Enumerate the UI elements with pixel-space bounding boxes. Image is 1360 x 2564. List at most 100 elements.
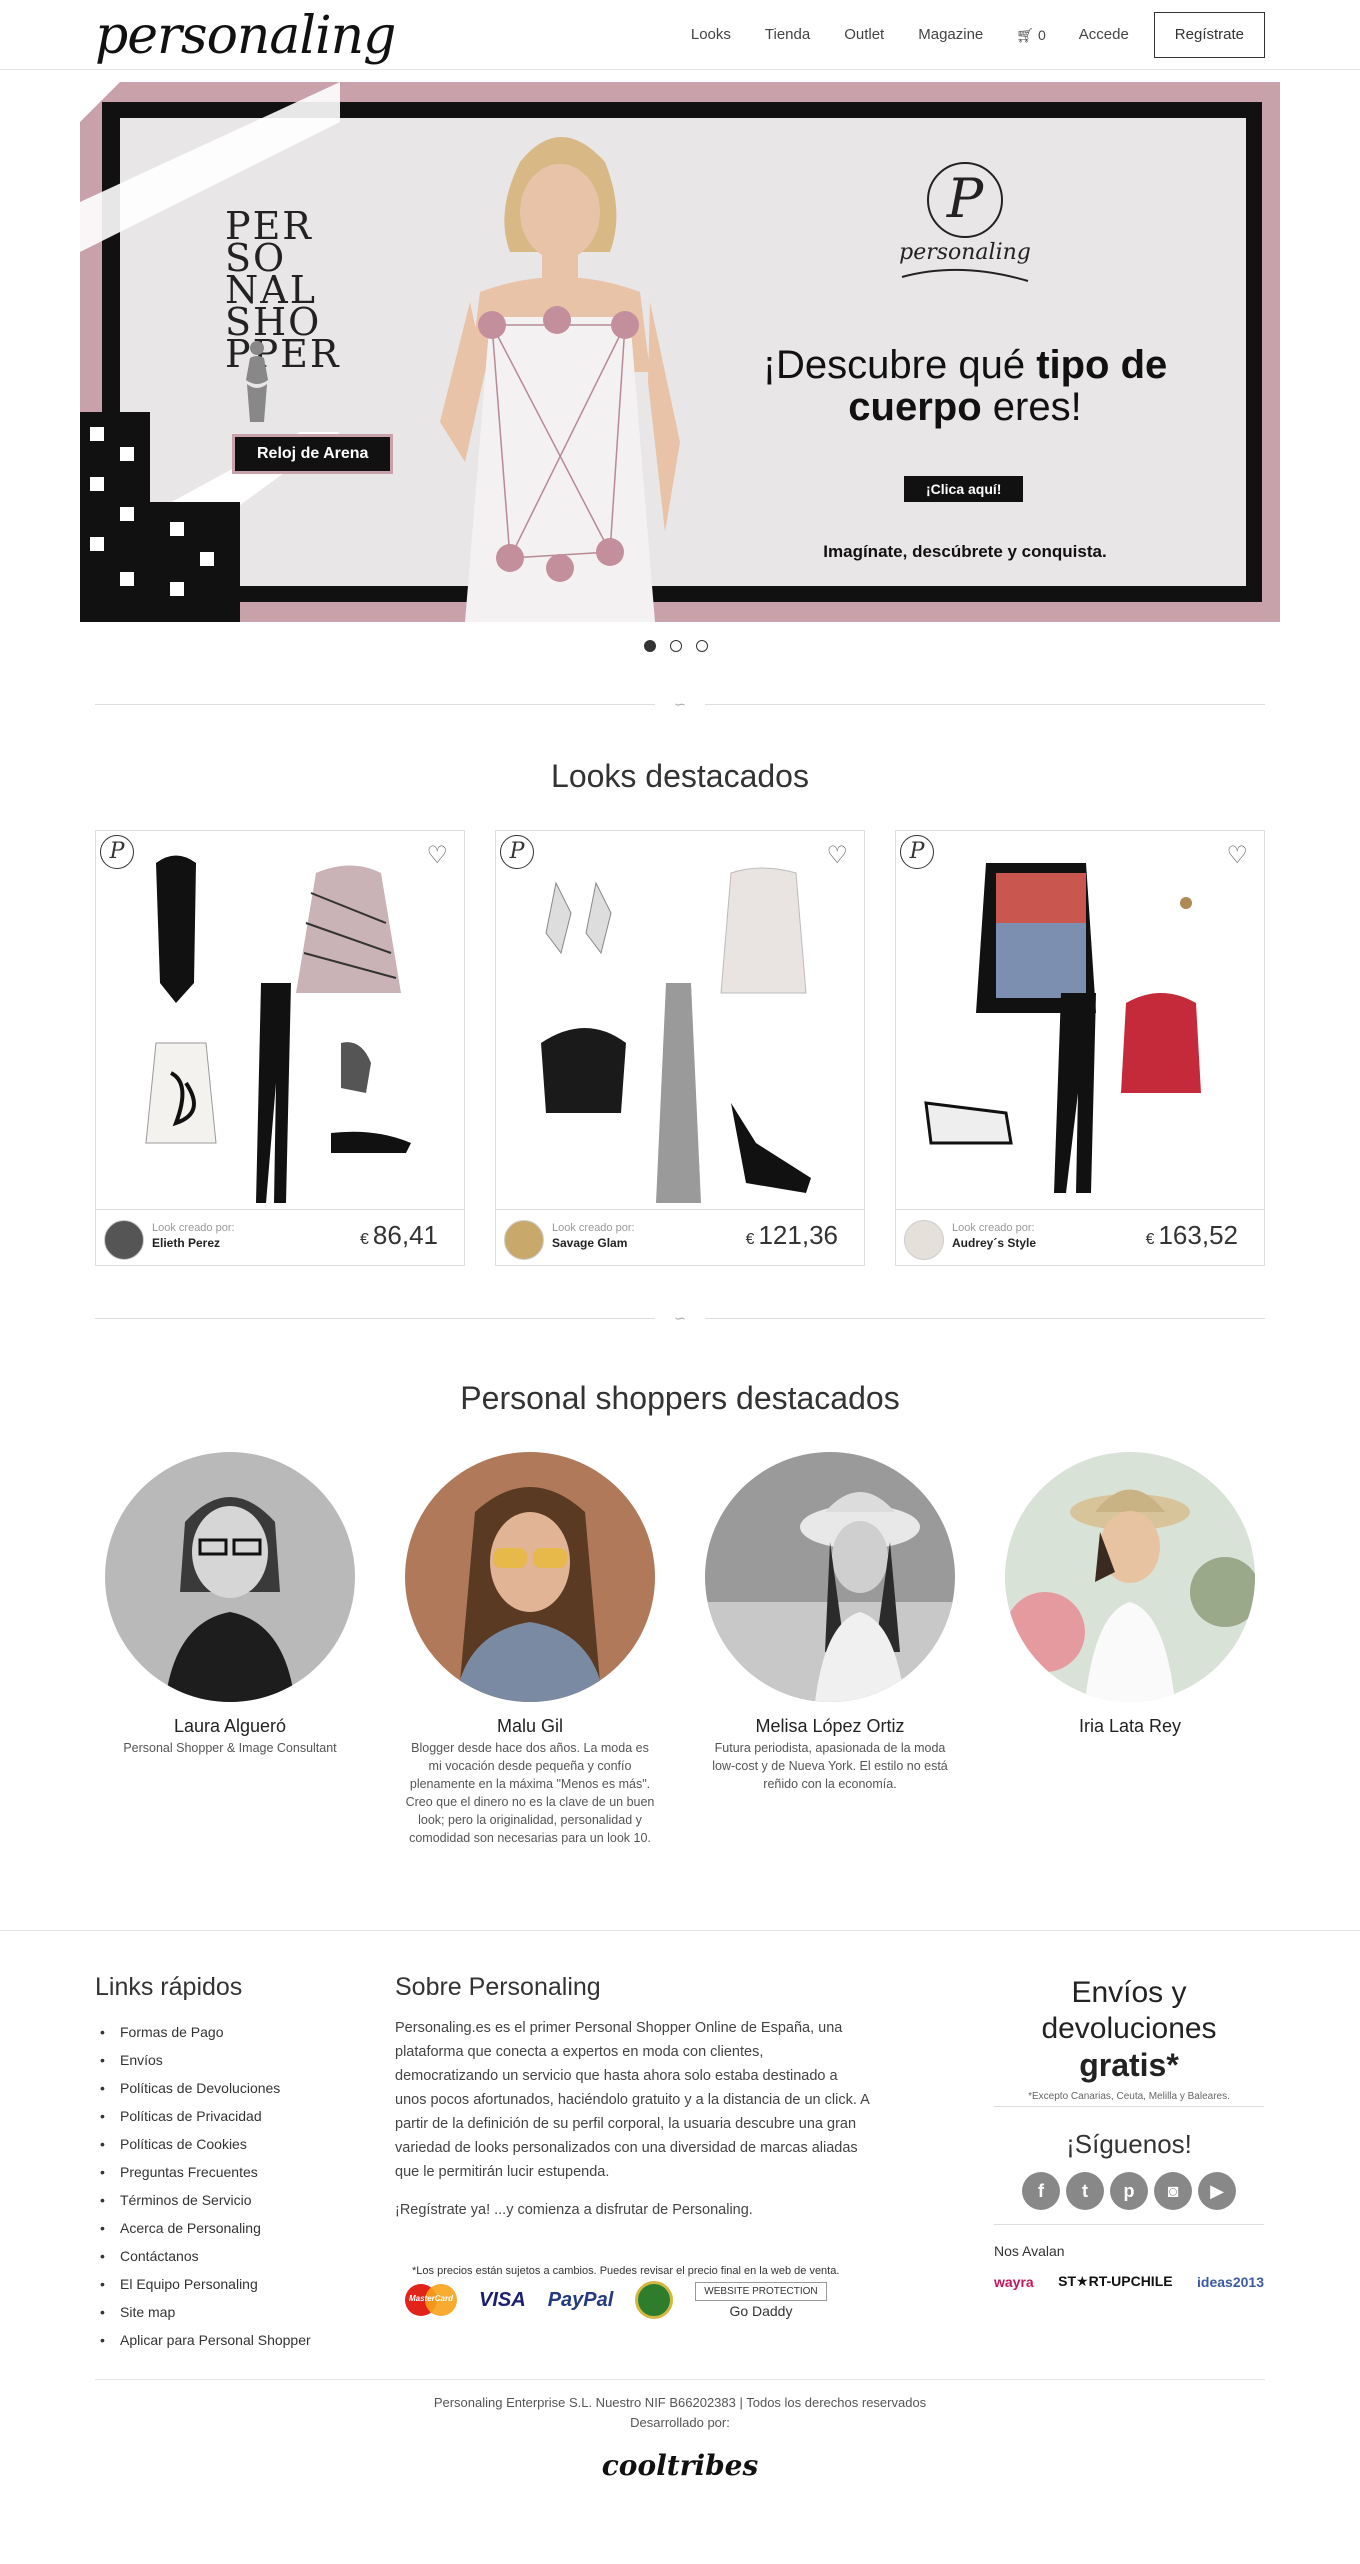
- instagram-icon[interactable]: ◙: [1154, 2172, 1192, 2210]
- swash-icon: [901, 268, 1029, 282]
- nav-tienda[interactable]: Tienda: [748, 12, 827, 58]
- footer-link[interactable]: Aplicar para Personal Shopper: [95, 2326, 311, 2354]
- look-card-footer: Look creado por: Audrey´s Style €163,52: [896, 1209, 1264, 1265]
- hero-title-bold1: tipo de: [1036, 343, 1168, 387]
- shopper-photo: [705, 1452, 955, 1702]
- godaddy-seal-text: WEBSITE PROTECTION: [695, 2281, 827, 2301]
- twitter-icon[interactable]: t: [1066, 2172, 1104, 2210]
- shopper-name[interactable]: Malu Gil: [395, 1716, 665, 1737]
- godaddy-label: Go Daddy: [729, 2302, 793, 2319]
- footer-link[interactable]: Acerca de Personaling: [95, 2214, 311, 2242]
- footer-link[interactable]: Preguntas Frecuentes: [95, 2158, 311, 2186]
- cart-count: 0: [1037, 27, 1046, 43]
- created-by-label: Look creado por:: [552, 1222, 635, 1234]
- avatar[interactable]: [504, 1220, 544, 1260]
- body-type-tag: Reloj de Arena: [232, 434, 394, 474]
- currency-symbol: €: [360, 1231, 369, 1248]
- free-shipping-line2: devoluciones: [1041, 2012, 1217, 2045]
- login-link[interactable]: Accede: [1062, 12, 1146, 58]
- hero-cta-button[interactable]: ¡Clica aquí!: [904, 476, 1024, 502]
- footer-link[interactable]: Site map: [95, 2298, 311, 2326]
- look-price-value: 86,41: [372, 1220, 438, 1250]
- copyright: Personaling Enterprise S.L. Nuestro NIF …: [0, 2393, 1360, 2433]
- footer-link[interactable]: Políticas de Privacidad: [95, 2102, 311, 2130]
- shopper-photo: [1005, 1452, 1255, 1702]
- hero-title-pre: ¡Descubre qué: [762, 343, 1037, 387]
- shopper-name[interactable]: Iria Lata Rey: [995, 1716, 1265, 1737]
- free-shipping-line1: Envíos y: [1071, 1976, 1187, 2009]
- carousel-dot-1[interactable]: [644, 640, 656, 652]
- footer-link[interactable]: Envíos: [95, 2046, 311, 2074]
- shopper-card[interactable]: Iria Lata Rey: [995, 1452, 1265, 1739]
- look-card-footer: Look creado por: Elieth Perez €86,41: [96, 1209, 464, 1265]
- shopper-card[interactable]: Laura Algueró Personal Shopper & Image C…: [95, 1452, 365, 1757]
- facebook-icon[interactable]: f: [1022, 2172, 1060, 2210]
- wayra-logo: wayra: [994, 2273, 1034, 2290]
- divider: [994, 2224, 1264, 2225]
- developer-logo[interactable]: cooltribes: [0, 2449, 1360, 2482]
- partner-logos: wayra ST★RT-UPCHILE ideas2013: [994, 2273, 1264, 2290]
- footer-link[interactable]: Contáctanos: [95, 2242, 311, 2270]
- mastercard-label: MasterCard: [408, 2294, 453, 2303]
- created-by-label: Look creado por:: [952, 1222, 1035, 1234]
- look-author[interactable]: Elieth Perez: [152, 1236, 220, 1250]
- quick-links: Links rápidos Formas de Pago Envíos Polí…: [95, 1973, 311, 2354]
- price-note: *Los precios están sujetos a cambios. Pu…: [412, 2265, 840, 2277]
- avatar[interactable]: [904, 1220, 944, 1260]
- startup-chile-logo: ST★RT-UPCHILE: [1058, 2273, 1173, 2289]
- look-price: €163,52: [1146, 1220, 1238, 1251]
- look-author[interactable]: Audrey´s Style: [952, 1236, 1036, 1250]
- hero-tagline: Imagínate, descúbrete y conquista.: [823, 542, 1107, 561]
- nav-magazine[interactable]: Magazine: [901, 12, 1000, 58]
- shopper-name[interactable]: Melisa López Ortiz: [695, 1716, 965, 1737]
- look-card[interactable]: P ♡ Look creado por: Audrey´s Style €163…: [895, 830, 1265, 1266]
- carousel-dots: [644, 640, 708, 652]
- carousel-dot-2[interactable]: [670, 640, 682, 652]
- footer: Links rápidos Formas de Pago Envíos Polí…: [0, 1930, 1360, 2564]
- hero-banner[interactable]: PER SO NAL SHO PPER Reloj de Arena P per…: [80, 82, 1280, 622]
- ideas-logo: ideas2013: [1197, 2273, 1264, 2290]
- currency-symbol: €: [1145, 1231, 1155, 1248]
- created-by-label: Look creado por:: [152, 1222, 235, 1234]
- look-image: [145, 855, 411, 1203]
- youtube-icon[interactable]: ▶: [1198, 2172, 1236, 2210]
- mastercard-icon: MasterCard: [405, 2284, 457, 2316]
- logo[interactable]: personaling: [95, 6, 396, 66]
- footer-link[interactable]: Formas de Pago: [95, 2018, 311, 2046]
- divider: [95, 2379, 1265, 2380]
- shopper-card[interactable]: Malu Gil Blogger desde hace dos años. La…: [395, 1452, 665, 1847]
- footer-link[interactable]: Políticas de Cookies: [95, 2130, 311, 2158]
- shopper-name[interactable]: Laura Algueró: [95, 1716, 365, 1737]
- security-seal-icon: [635, 2281, 674, 2319]
- nav-outlet[interactable]: Outlet: [827, 12, 901, 58]
- shopper-description: Blogger desde hace dos años. La moda es …: [405, 1741, 655, 1845]
- free-shipping: Envíos y devoluciones gratis*: [994, 1975, 1264, 2085]
- body-silhouette-icon: [246, 341, 268, 422]
- register-button[interactable]: Regístrate: [1153, 12, 1265, 58]
- about-title: Sobre Personaling: [395, 1973, 601, 2001]
- look-price-value: 163,52: [1158, 1220, 1238, 1250]
- look-author[interactable]: Savage Glam: [552, 1236, 627, 1250]
- cart-button[interactable]: 🛒︎ 0: [1000, 12, 1061, 58]
- brand-monogram-icon: P: [927, 162, 1003, 238]
- carousel-dot-3[interactable]: [696, 640, 708, 652]
- model-image: [440, 137, 680, 622]
- look-card[interactable]: P ♡ Look creado por: Savage Glam €121,36: [495, 830, 865, 1266]
- looks-title: Looks destacados: [551, 758, 809, 794]
- shipping-note: *Excepto Canarias, Ceuta, Melilla y Bale…: [994, 2091, 1264, 2107]
- endorsed-by-title: Nos Avalan: [994, 2243, 1065, 2259]
- currency-symbol: €: [745, 1231, 755, 1248]
- free-shipping-bold: gratis*: [1079, 2047, 1179, 2083]
- section-divider: ∽: [95, 1310, 1265, 1326]
- cart-icon: 🛒︎: [1016, 27, 1035, 43]
- about-cta: ¡Regístrate ya! ...y comienza a disfruta…: [395, 2202, 753, 2218]
- pinterest-icon[interactable]: p: [1110, 2172, 1148, 2210]
- nav-looks[interactable]: Looks: [674, 12, 748, 58]
- footer-link[interactable]: Políticas de Devoluciones: [95, 2074, 311, 2102]
- footer-link[interactable]: Términos de Servicio: [95, 2186, 311, 2214]
- look-card[interactable]: P ♡ Look creado por: Elieth Perez €86,41: [95, 830, 465, 1266]
- footer-link[interactable]: El Equipo Personaling: [95, 2270, 311, 2298]
- avatar[interactable]: [104, 1220, 144, 1260]
- hero-brand-name: personaling: [899, 240, 1031, 265]
- shopper-card[interactable]: Melisa López Ortiz Futura periodista, ap…: [695, 1452, 965, 1793]
